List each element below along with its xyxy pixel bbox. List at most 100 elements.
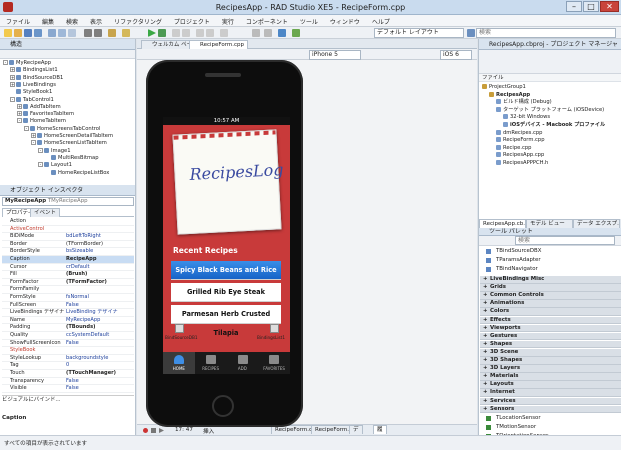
- property-row[interactable]: Visible False: [2, 385, 134, 393]
- forward-icon[interactable]: [264, 29, 272, 37]
- project-icon[interactable]: [108, 29, 116, 37]
- property-row[interactable]: Fill (Brush): [2, 271, 134, 279]
- property-row[interactable]: StyleBook: [2, 347, 134, 355]
- expand-icon[interactable]: -: [38, 162, 43, 168]
- menu-item[interactable]: 実行: [216, 15, 240, 26]
- property-value[interactable]: bdLeftToRight: [66, 233, 136, 241]
- palette-category[interactable]: Materials: [480, 373, 621, 381]
- palette-category[interactable]: Viewports: [480, 324, 621, 333]
- property-row[interactable]: Touch (TTouchManager): [2, 370, 134, 378]
- expand-icon[interactable]: +: [17, 111, 22, 117]
- property-row[interactable]: Border (TFormBorder): [2, 241, 134, 249]
- copy-icon[interactable]: [58, 29, 66, 37]
- redo-icon[interactable]: [94, 29, 102, 37]
- run-icon[interactable]: [148, 29, 156, 37]
- stop-icon[interactable]: [182, 29, 190, 37]
- project-node[interactable]: Recipe.cpp: [496, 144, 531, 152]
- property-value[interactable]: backgroundstyle: [66, 355, 136, 363]
- property-row[interactable]: ShowFullScreenIcon False: [2, 340, 134, 348]
- palette-component[interactable]: TBindNavigator: [480, 265, 621, 274]
- palette-category[interactable]: Gestures: [480, 332, 621, 341]
- property-value[interactable]: (TFormFactor): [66, 279, 136, 287]
- expand-icon[interactable]: +: [10, 81, 15, 87]
- run-without-debug-icon[interactable]: [158, 29, 166, 37]
- expand-icon[interactable]: -: [31, 140, 36, 146]
- property-row[interactable]: Quality ccSystemDefault: [2, 332, 134, 340]
- menu-item[interactable]: プロジェクト: [168, 15, 216, 26]
- phone-tab[interactable]: ADD: [227, 352, 259, 374]
- menu-item[interactable]: ヘルプ: [366, 15, 396, 26]
- palette-component[interactable]: TParamsAdapter: [480, 256, 621, 265]
- save-icon[interactable]: [24, 29, 32, 37]
- palette-category[interactable]: Sensors: [480, 405, 621, 414]
- property-row[interactable]: BiDiMode bdLeftToRight: [2, 233, 134, 241]
- property-row[interactable]: FormFactor (TFormFactor): [2, 279, 134, 287]
- menu-item[interactable]: 表示: [84, 15, 108, 26]
- project-manager-tab[interactable]: モデル ビュー: [526, 219, 573, 228]
- menu-item[interactable]: ウィンドウ: [324, 15, 366, 26]
- project-manager-tab[interactable]: データ エクスプ...: [573, 219, 620, 228]
- property-value[interactable]: 0: [66, 362, 136, 370]
- structure-node[interactable]: HomeRecipeListBox: [45, 169, 109, 177]
- bindsource-component-icon[interactable]: [175, 324, 184, 333]
- property-row[interactable]: LiveBindings デザイナ LiveBinding デザイナ: [2, 309, 134, 317]
- menu-item[interactable]: コンポーネント: [240, 15, 294, 26]
- trace-into-icon[interactable]: [206, 29, 214, 37]
- phone-tab[interactable]: HOME: [163, 352, 195, 374]
- palette-category[interactable]: Effects: [480, 316, 621, 325]
- component-icon[interactable]: [278, 29, 286, 37]
- property-value[interactable]: MyRecipeApp: [66, 317, 136, 325]
- editor-bottom-tab[interactable]: デザイン: [349, 425, 363, 450]
- property-value[interactable]: LiveBinding デザイナ: [66, 309, 136, 317]
- back-icon[interactable]: [252, 29, 260, 37]
- close-button[interactable]: ✕: [600, 1, 619, 12]
- os-combo[interactable]: iOS 6: [440, 50, 472, 60]
- structure-node[interactable]: - HomeScreenListTabItem: [31, 140, 107, 147]
- palette-category[interactable]: 3D Layers: [480, 365, 621, 373]
- property-row[interactable]: ActiveControl: [2, 226, 134, 234]
- expand-icon[interactable]: -: [17, 118, 22, 124]
- palette-category[interactable]: LiveBindings Misc: [480, 276, 621, 284]
- project-node[interactable]: RecipesApp: [489, 91, 530, 99]
- menu-item[interactable]: 検索: [60, 15, 84, 26]
- property-value[interactable]: crDefault: [66, 264, 136, 272]
- phone-tab[interactable]: RECIPES: [195, 352, 227, 374]
- property-row[interactable]: Cursor crDefault: [2, 264, 134, 272]
- structure-node[interactable]: MultiResBitmap: [45, 154, 99, 162]
- stop-record-icon[interactable]: [151, 428, 156, 433]
- property-row[interactable]: BorderStyle bsSizeable: [2, 248, 134, 256]
- structure-node[interactable]: - HomeTabItem: [17, 118, 66, 125]
- property-row[interactable]: Tag 0: [2, 362, 134, 370]
- property-row[interactable]: Action: [2, 218, 134, 226]
- property-value[interactable]: ccSystemDefault: [66, 332, 136, 340]
- structure-node[interactable]: - MyRecipeApp: [3, 60, 51, 67]
- property-value[interactable]: False: [66, 302, 136, 310]
- structure-node[interactable]: + FavoritesTabItem: [17, 111, 74, 118]
- recipe-list-item[interactable]: Spicy Black Beans and Rice: [171, 261, 281, 280]
- layout-icon[interactable]: [292, 29, 300, 37]
- bind-visually-link[interactable]: ビジュアルにバインド...: [2, 395, 134, 404]
- property-value[interactable]: (TFormBorder): [66, 241, 136, 249]
- record-icon[interactable]: [143, 428, 148, 433]
- property-row[interactable]: FullScreen False: [2, 302, 134, 310]
- property-value[interactable]: (Brush): [66, 271, 136, 279]
- structure-node[interactable]: + AddTabItem: [17, 103, 61, 111]
- property-value[interactable]: RecipeApp: [66, 256, 136, 264]
- palette-category[interactable]: Grids: [480, 284, 621, 292]
- play-icon[interactable]: [159, 428, 164, 433]
- expand-icon[interactable]: +: [31, 133, 36, 138]
- layout-save-icon[interactable]: [467, 29, 475, 37]
- expand-icon[interactable]: +: [10, 74, 15, 80]
- tab-recipeform[interactable]: RecipeForm.cpp: [189, 40, 248, 49]
- menu-item[interactable]: ツール: [294, 15, 324, 26]
- property-row[interactable]: Name MyRecipeApp: [2, 317, 134, 325]
- property-row[interactable]: Caption RecipeApp: [2, 256, 134, 264]
- expand-icon[interactable]: -: [38, 147, 43, 153]
- property-value[interactable]: False: [66, 385, 136, 393]
- palette-category[interactable]: Layouts: [480, 381, 621, 389]
- menu-item[interactable]: リファクタリング: [108, 15, 168, 26]
- undo-icon[interactable]: [84, 29, 92, 37]
- expand-icon[interactable]: +: [10, 67, 15, 73]
- property-value[interactable]: False: [66, 340, 136, 348]
- pause-icon[interactable]: [172, 29, 180, 37]
